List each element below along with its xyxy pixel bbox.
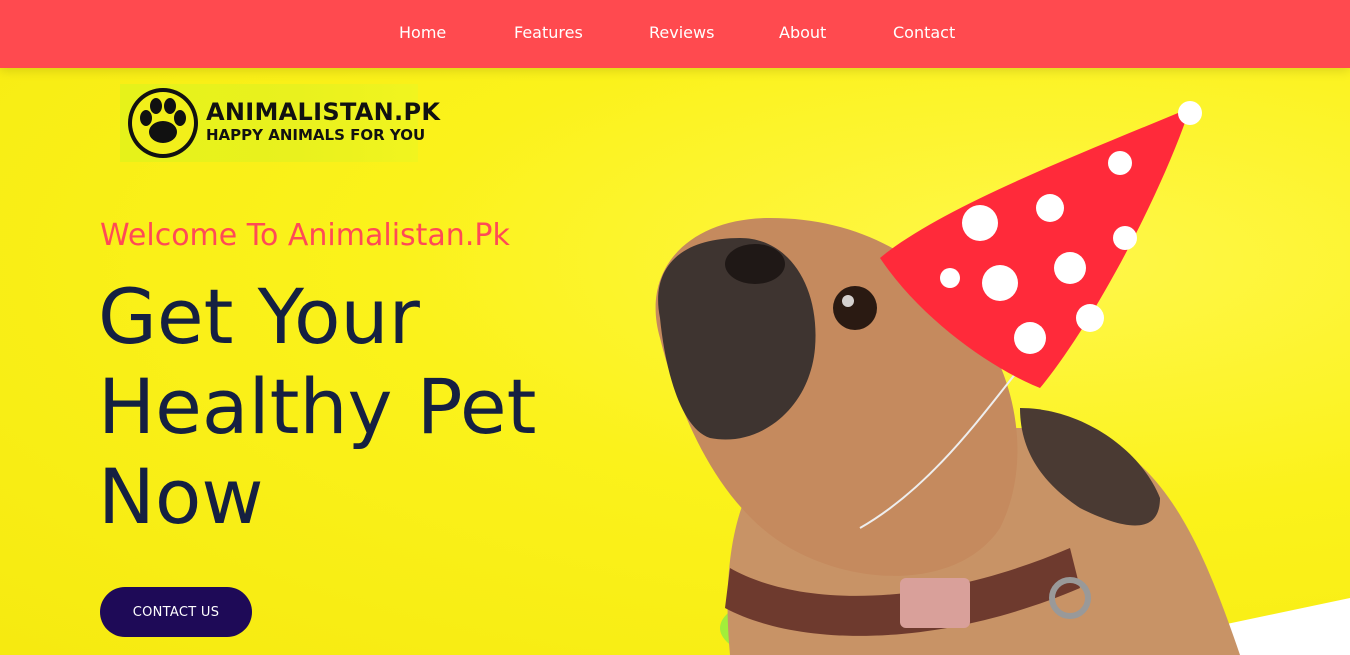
hero-headline: Get Your Healthy Pet Now (98, 272, 658, 542)
pug-party-hat-image (655, 101, 1350, 655)
paw-print-icon (128, 88, 198, 158)
welcome-text: Welcome To Animalistan.Pk (100, 218, 510, 253)
hat-pompom (1178, 101, 1202, 125)
top-navigation: Home Features Reviews About Contact (0, 0, 1350, 68)
logo-title: ANIMALISTAN.PK (206, 98, 441, 126)
nav-contact[interactable]: Contact (893, 23, 955, 42)
headline-line-2: Healthy Pet (98, 362, 537, 451)
nav-reviews[interactable]: Reviews (649, 23, 714, 42)
site-logo[interactable]: ANIMALISTAN.PK HAPPY ANIMALS FOR YOU (120, 84, 440, 162)
nav-features[interactable]: Features (514, 23, 583, 42)
collar-buckle (900, 578, 970, 628)
headline-line-3: Now (98, 452, 264, 541)
pug-eye (833, 286, 877, 330)
contact-us-button[interactable]: CONTACT US (100, 587, 252, 637)
nav-about[interactable]: About (779, 23, 826, 42)
nav-home[interactable]: Home (399, 23, 446, 42)
headline-line-1: Get Your (98, 272, 420, 361)
pug-nose (725, 244, 785, 284)
logo-tagline: HAPPY ANIMALS FOR YOU (206, 126, 426, 144)
